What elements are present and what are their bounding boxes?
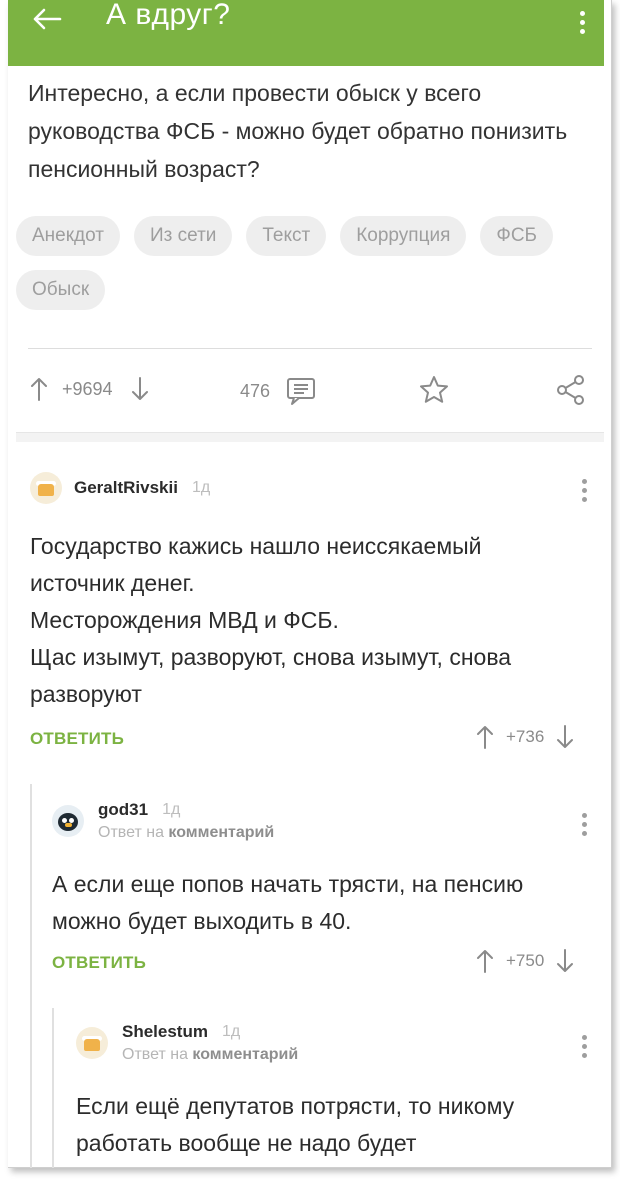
post-actions: +9694 476 [30,368,590,414]
divider [28,348,592,349]
tag-chip[interactable]: Текст [246,216,327,256]
comment-line: Щас изымут, разворуют, снова изымут, сно… [30,644,512,670]
comment-username[interactable]: Shelestum [122,1022,208,1042]
comment-line: источник денег. [30,570,195,596]
tag-chip[interactable]: Анекдот [16,216,120,256]
comment-username[interactable]: god31 [98,800,148,820]
share-icon[interactable] [556,374,586,406]
comment-rating-value: +736 [506,727,545,746]
thread-line [52,1008,54,1168]
tag-chip[interactable]: Коррупция [340,216,467,256]
comment-meta: god31 1д Ответ на комментарий [98,800,274,842]
downvote-icon[interactable] [556,948,574,974]
comments-count: 476 [240,380,271,401]
post-rating: +9694 [30,376,149,402]
more-vert-icon[interactable] [576,1032,592,1060]
avatar[interactable] [30,472,62,504]
comment-rating: +750 [476,948,574,974]
tag-chip[interactable]: Обыск [16,270,106,310]
comment-line: Если ещё депутатов потрясти, то никому [76,1093,515,1119]
comment-line: работать вообще не надо будет [76,1130,417,1156]
reply-target-link[interactable]: комментарий [168,824,274,841]
tag-chip[interactable]: Из сети [133,216,233,256]
comment-text: Государство кажись нашло неиссякаемый ис… [30,528,590,713]
comments-icon [287,378,316,405]
more-vert-icon[interactable] [570,4,594,40]
comment-meta: Shelestum 1д Ответ на комментарий [122,1022,298,1064]
reply-prefix: Ответ на [122,1046,188,1063]
reply-to-label: Ответ на комментарий [122,1046,298,1064]
post-text: Интересно, а если провести обыск у всего… [28,80,568,182]
comment-username[interactable]: GeraltRivskii [74,478,178,498]
app-bar: А вдруг? [8,0,604,66]
comments-button[interactable]: 476 [240,376,316,406]
avatar[interactable] [76,1027,108,1059]
upvote-icon[interactable] [476,724,494,750]
reply-to-label: Ответ на комментарий [98,824,274,842]
more-vert-icon[interactable] [576,810,592,838]
comment-time: 1д [162,801,181,818]
reply-target-link[interactable]: комментарий [192,1046,298,1063]
comment-rating-value: +750 [506,951,545,970]
downvote-icon[interactable] [131,376,149,402]
star-icon[interactable] [418,374,450,406]
comment-text: А если еще попов начать трясти, на пенси… [52,866,592,940]
comment-header: Shelestum 1д Ответ на комментарий [76,1022,298,1064]
reply-prefix: Ответ на [98,824,164,841]
comment-header: GeraltRivskii 1д [30,472,210,504]
comment-text: Если ещё депутатов потрясти, то никому р… [76,1088,592,1162]
upvote-icon[interactable] [476,948,494,974]
reply-button[interactable]: ОТВЕТИТЬ [30,729,124,749]
comment-rating: +736 [476,724,574,750]
comment-time: 1д [221,1023,241,1040]
tag-list: Анекдот Из сети Текст Коррупция ФСБ Обыс… [16,216,596,310]
tag-chip[interactable]: ФСБ [480,216,554,256]
more-vert-icon[interactable] [576,476,592,504]
comment-line: А если еще попов начать трясти, на пенси… [52,871,524,897]
comment-time: 1д [191,479,211,496]
comment-line: Месторождения МВД и ФСБ. [30,607,339,633]
reply-button[interactable]: ОТВЕТИТЬ [52,953,146,973]
comment-line: Государство кажись нашло неиссякаемый [30,533,482,559]
comment-line: разворуют [30,681,142,707]
avatar[interactable] [52,805,84,837]
thread-line [30,784,32,1168]
page-title: А вдруг? [106,0,231,31]
post-rating-value: +9694 [62,378,113,399]
section-separator [16,432,604,442]
comment-line: можно будет выходить в 40. [52,908,352,934]
comment-header: god31 1д Ответ на комментарий [52,800,274,842]
back-arrow-icon[interactable] [18,0,76,44]
downvote-icon[interactable] [556,724,574,750]
upvote-icon[interactable] [30,376,48,402]
